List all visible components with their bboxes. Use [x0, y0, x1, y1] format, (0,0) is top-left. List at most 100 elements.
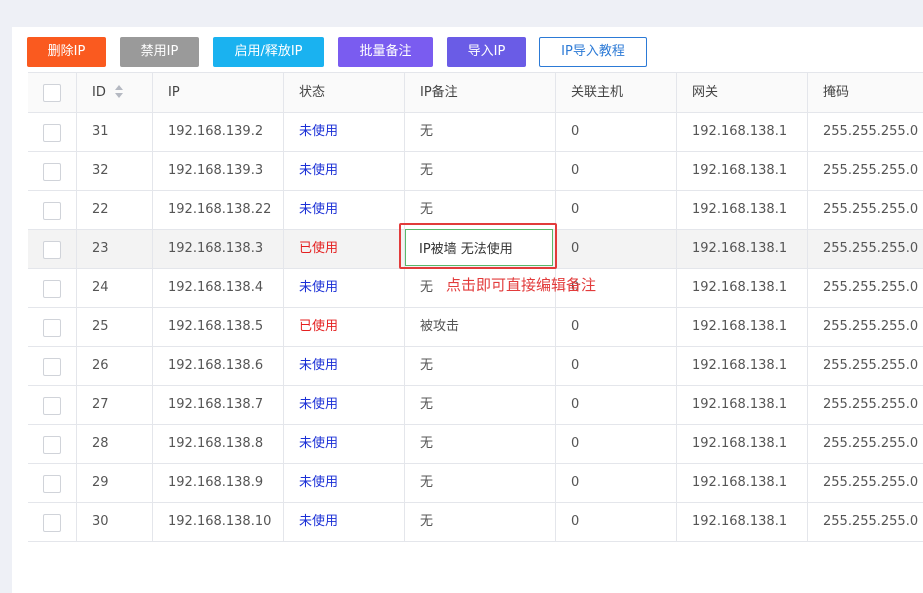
cell-ip: 192.168.139.3 [153, 152, 284, 190]
select-all-checkbox[interactable] [43, 84, 61, 102]
cell-mask: 255.255.255.0 [823, 358, 919, 373]
sort-icon[interactable] [114, 84, 124, 98]
header-status: 状态 [284, 73, 405, 112]
cell-gateway: 192.168.138.1 [677, 230, 808, 268]
cell-note[interactable]: 无 [405, 386, 556, 424]
row-checkbox[interactable] [43, 397, 61, 415]
cell-mask: 255.255.255.0 [823, 397, 919, 412]
row-checkbox-cell [28, 230, 77, 268]
row-checkbox-cell [28, 386, 77, 424]
cell-mask: 255.255.255.0 [823, 514, 919, 529]
batch-note-button[interactable]: 批量备注 [338, 37, 433, 67]
table-row[interactable]: 29 192.168.138.9 未使用 无 0 192.168.138.1 2… [28, 464, 923, 503]
cell-id: 25 [77, 308, 153, 346]
row-checkbox[interactable] [43, 475, 61, 493]
cell-ip: 192.168.138.8 [153, 425, 284, 463]
cell-host: 0 [556, 347, 677, 385]
cell-ip: 192.168.138.10 [153, 503, 284, 541]
row-checkbox-cell [28, 464, 77, 502]
cell-note[interactable]: 无 [405, 152, 556, 190]
table-row[interactable]: 28 192.168.138.8 未使用 无 0 192.168.138.1 2… [28, 425, 923, 464]
disable-ip-button[interactable]: 禁用IP [120, 37, 199, 67]
cell-id: 28 [77, 425, 153, 463]
cell-gateway: 192.168.138.1 [677, 308, 808, 346]
table-row[interactable]: 30 192.168.138.10 未使用 无 0 192.168.138.1 … [28, 503, 923, 542]
cell-host: 0 [556, 464, 677, 502]
cell-gateway: 192.168.138.1 [677, 152, 808, 190]
cell-mask: 255.255.255.0 [823, 241, 919, 256]
cell-note[interactable]: 无 [405, 464, 556, 502]
cell-status: 未使用 [284, 347, 405, 385]
cell-note[interactable]: 无 [405, 503, 556, 541]
cell-status: 未使用 [284, 464, 405, 502]
table-row[interactable]: 22 192.168.138.22 未使用 无 0 192.168.138.1 … [28, 191, 923, 230]
cell-status: 已使用 [284, 308, 405, 346]
cell-mask: 255.255.255.0 [823, 202, 919, 217]
cell-ip: 192.168.138.7 [153, 386, 284, 424]
header-host: 关联主机 [556, 73, 677, 112]
delete-ip-button[interactable]: 删除IP [27, 37, 106, 67]
cell-gateway: 192.168.138.1 [677, 503, 808, 541]
cell-host: 0 [556, 191, 677, 229]
cell-note[interactable]: 无 [405, 425, 556, 463]
cell-ip: 192.168.138.6 [153, 347, 284, 385]
cell-status: 未使用 [284, 425, 405, 463]
cell-ip: 192.168.138.3 [153, 230, 284, 268]
cell-note[interactable]: 无 [405, 347, 556, 385]
row-checkbox[interactable] [43, 241, 61, 259]
enable-release-ip-button[interactable]: 启用/释放IP [213, 37, 324, 67]
note-edit-input[interactable] [405, 229, 553, 266]
table-row[interactable]: 27 192.168.138.7 未使用 无 0 192.168.138.1 2… [28, 386, 923, 425]
cell-gateway: 192.168.138.1 [677, 464, 808, 502]
cell-host: 0 [556, 152, 677, 190]
cell-note[interactable]: 无 [405, 191, 556, 229]
row-checkbox[interactable] [43, 280, 61, 298]
cell-status: 已使用 [284, 230, 405, 268]
header-checkbox-cell [28, 73, 77, 112]
row-checkbox[interactable] [43, 124, 61, 142]
row-checkbox-cell [28, 269, 77, 307]
header-ip: IP [153, 73, 284, 112]
cell-status: 未使用 [284, 503, 405, 541]
cell-host: 0 [556, 308, 677, 346]
table-row[interactable]: 25 192.168.138.5 已使用 被攻击 0 192.168.138.1… [28, 308, 923, 347]
cell-note[interactable]: 被攻击 [405, 308, 556, 346]
cell-host: 0 [556, 113, 677, 151]
row-checkbox-cell [28, 191, 77, 229]
header-mask: 掩码 [823, 85, 850, 100]
import-tutorial-button[interactable]: IP导入教程 [539, 37, 647, 67]
cell-host: 0 [556, 425, 677, 463]
row-checkbox[interactable] [43, 163, 61, 181]
table-row[interactable]: 26 192.168.138.6 未使用 无 0 192.168.138.1 2… [28, 347, 923, 386]
cell-ip: 192.168.138.5 [153, 308, 284, 346]
row-checkbox[interactable] [43, 514, 61, 532]
row-checkbox[interactable] [43, 358, 61, 376]
cell-gateway: 192.168.138.1 [677, 347, 808, 385]
cell-note[interactable]: 无 [405, 113, 556, 151]
import-ip-button[interactable]: 导入IP [447, 37, 526, 67]
row-checkbox[interactable] [43, 319, 61, 337]
cell-gateway: 192.168.138.1 [677, 425, 808, 463]
cell-ip: 192.168.138.22 [153, 191, 284, 229]
cell-host: 0 [556, 230, 677, 268]
cell-ip: 192.168.138.9 [153, 464, 284, 502]
cell-status: 未使用 [284, 113, 405, 151]
cell-host: 0 [556, 503, 677, 541]
row-checkbox-cell [28, 152, 77, 190]
cell-id: 24 [77, 269, 153, 307]
header-note: IP备注 [405, 73, 556, 112]
row-checkbox[interactable] [43, 202, 61, 220]
table-row[interactable]: 31 192.168.139.2 未使用 无 0 192.168.138.1 2… [28, 113, 923, 152]
cell-gateway: 192.168.138.1 [677, 386, 808, 424]
cell-mask: 255.255.255.0 [823, 436, 919, 451]
header-id-label: ID [92, 85, 106, 100]
row-checkbox[interactable] [43, 436, 61, 454]
cell-ip: 192.168.138.4 [153, 269, 284, 307]
header-id[interactable]: ID [77, 73, 153, 112]
cell-id: 22 [77, 191, 153, 229]
table-row[interactable]: 32 192.168.139.3 未使用 无 0 192.168.138.1 2… [28, 152, 923, 191]
cell-gateway: 192.168.138.1 [677, 269, 808, 307]
cell-mask: 255.255.255.0 [823, 319, 919, 334]
cell-gateway: 192.168.138.1 [677, 191, 808, 229]
cell-status: 未使用 [284, 386, 405, 424]
